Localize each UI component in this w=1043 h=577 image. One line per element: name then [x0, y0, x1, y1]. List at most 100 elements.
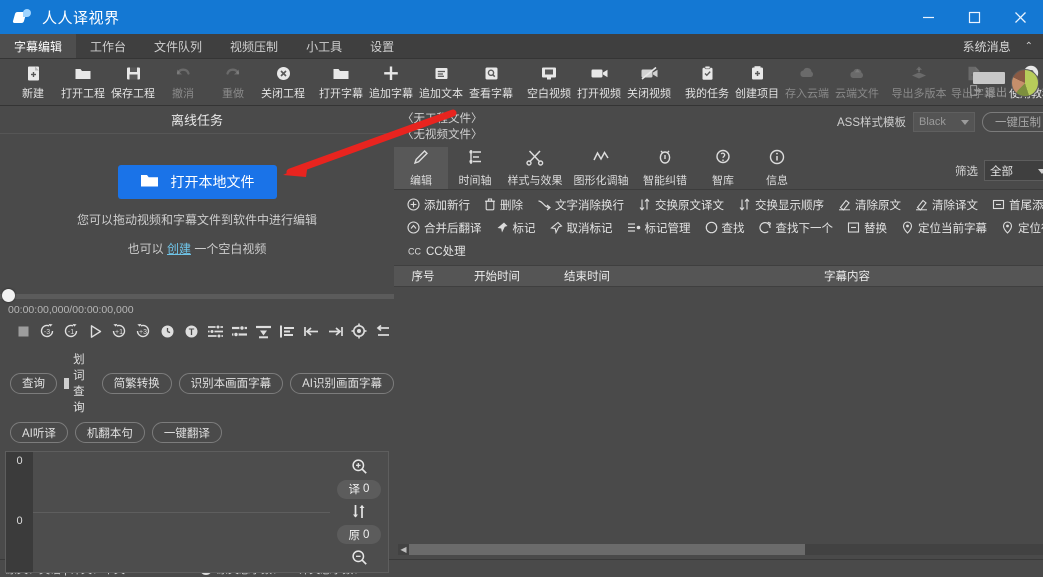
clock-button[interactable] [156, 320, 178, 342]
ribbon-blank-video-button[interactable]: 空白视频 [524, 59, 574, 106]
grid-horizontal-scrollbar[interactable]: ◀ ▶ [398, 544, 1043, 555]
zoom-in-button[interactable] [351, 458, 368, 475]
locate-current-subtitle-action[interactable]: 定位当前字幕 [894, 218, 994, 238]
ribbon-my-tasks-button[interactable]: 我的任务 [682, 59, 732, 106]
exit-button[interactable]: 退出 [970, 66, 1007, 100]
query-button[interactable]: 查询 [10, 373, 57, 394]
swap-original-translation-action[interactable]: 交换原文译文 [631, 195, 731, 215]
close-button[interactable] [997, 0, 1043, 34]
ribbon-cloud-files-button[interactable]: 云端文件 [832, 59, 882, 106]
tab-info[interactable]: 信息 [750, 147, 804, 189]
tab-style-effects[interactable]: 样式与效果 [502, 147, 568, 189]
simplified-traditional-button[interactable]: 简繁转换 [102, 373, 172, 394]
delete-action[interactable]: 删除 [477, 195, 530, 215]
swap-lines-button[interactable] [350, 503, 368, 520]
locate-row-action[interactable]: 定位行 [994, 218, 1043, 238]
ribbon-view-subtitle-button[interactable]: 查看字幕 [466, 59, 516, 106]
tab-subtitle-edit[interactable]: 字幕编辑 [0, 34, 76, 58]
stop-button[interactable] [12, 320, 34, 342]
remove-linebreak-action[interactable]: 文字消除换行 [530, 195, 631, 215]
align-bottom-button[interactable] [252, 320, 274, 342]
find-action[interactable]: 查找 [698, 218, 752, 238]
column-header-end-time[interactable]: 结束时间 [542, 268, 632, 284]
mark-action[interactable]: 标记 [489, 218, 543, 238]
clear-original-action[interactable]: 清除原文 [831, 195, 908, 215]
replace-action[interactable]: 替换 [840, 218, 894, 238]
create-blank-video-link[interactable]: 创建 [167, 242, 191, 256]
minimize-button[interactable] [905, 0, 951, 34]
ribbon-undo-button[interactable]: 撤消 [158, 59, 208, 106]
ribbon-close-project-button[interactable]: 关闭工程 [258, 59, 308, 106]
settings-sliders-button[interactable] [204, 320, 226, 342]
rewind-3s-button[interactable]: -3 [36, 320, 58, 342]
column-header-index[interactable]: 序号 [394, 268, 452, 284]
ribbon-append-subtitle-button[interactable]: 追加字幕 [366, 59, 416, 106]
word-select-query-checkbox[interactable]: 划词查询 [64, 351, 95, 415]
forward-1s-button[interactable]: +1 [108, 320, 130, 342]
original-text-input[interactable] [33, 513, 330, 573]
seek-handle[interactable] [2, 289, 15, 302]
zoom-out-button[interactable] [351, 549, 368, 566]
seek-track[interactable] [0, 294, 394, 299]
append-head-tail-action[interactable]: 首尾添加 [985, 195, 1043, 215]
ai-recognize-frame-subtitle-button[interactable]: AI识别画面字幕 [290, 373, 394, 394]
avatar[interactable] [1011, 69, 1039, 97]
tab-video-encode[interactable]: 视频压制 [216, 34, 292, 58]
target-button[interactable] [348, 320, 370, 342]
recognize-frame-subtitle-button[interactable]: 识别本画面字幕 [179, 373, 284, 394]
tab-knowledge-base[interactable]: 智库 [696, 147, 750, 189]
tab-settings[interactable]: 设置 [356, 34, 408, 58]
ribbon-save-project-button[interactable]: 保存工程 [108, 59, 158, 106]
tab-tools[interactable]: 小工具 [292, 34, 356, 58]
filter-select[interactable]: 全部 [984, 160, 1043, 181]
playback-seek-bar[interactable] [0, 287, 394, 303]
equalizer-button[interactable] [228, 320, 250, 342]
chevron-up-icon[interactable]: ⌃ [1025, 41, 1033, 52]
system-message-label[interactable]: 系统消息 [963, 38, 1011, 55]
scroll-thumb[interactable] [409, 544, 805, 555]
merge-translate-action[interactable]: 合并后翻译 [400, 218, 489, 238]
translated-text-input[interactable] [33, 452, 330, 513]
tab-edit[interactable]: 编辑 [394, 147, 448, 189]
ribbon-open-project-button[interactable]: 打开工程 [58, 59, 108, 106]
one-click-encode-button[interactable]: 一键压制 [982, 112, 1043, 132]
ribbon-new-button[interactable]: 新建 [8, 59, 58, 106]
open-local-file-button[interactable]: 打开本地文件 [118, 165, 277, 199]
maximize-button[interactable] [951, 0, 997, 34]
clear-translation-action[interactable]: 清除译文 [908, 195, 985, 215]
ribbon-redo-button[interactable]: 重做 [208, 59, 258, 106]
scroll-track[interactable] [409, 544, 1043, 555]
split-button[interactable] [372, 320, 394, 342]
ribbon-open-video-button[interactable]: 打开视频 [574, 59, 624, 106]
scroll-left-icon[interactable]: ◀ [398, 546, 409, 554]
add-new-row-action[interactable]: 添加新行 [400, 195, 477, 215]
jump-end-button[interactable] [324, 320, 346, 342]
swap-display-order-action[interactable]: 交换显示顺序 [731, 195, 831, 215]
ribbon-export-multi-button[interactable]: 导出多版本 [890, 59, 948, 106]
align-left-button[interactable] [276, 320, 298, 342]
cc-process-action[interactable]: CC CC处理 [400, 241, 473, 261]
mark-manage-action[interactable]: 标记管理 [620, 218, 698, 238]
column-header-start-time[interactable]: 开始时间 [452, 268, 542, 284]
forward-3s-button[interactable]: +3 [132, 320, 154, 342]
ai-transcribe-button[interactable]: AI听译 [10, 422, 68, 443]
drop-zone[interactable]: 打开本地文件 您可以拖动视频和字幕文件到软件中进行编辑 也可以 创建 一个空白视… [0, 134, 394, 287]
unmark-action[interactable]: 取消标记 [543, 218, 620, 238]
tab-graphical-adjust[interactable]: 图形化调轴 [568, 147, 634, 189]
play-button[interactable] [84, 320, 106, 342]
tab-timeline[interactable]: 时间轴 [448, 147, 502, 189]
ribbon-open-subtitle-button[interactable]: 打开字幕 [316, 59, 366, 106]
tab-smart-correction[interactable]: 智能纠错 [634, 147, 696, 189]
tab-file-queue[interactable]: 文件队列 [140, 34, 216, 58]
text-mark-button[interactable]: T [180, 320, 202, 342]
one-click-translate-button[interactable]: 一键翻译 [152, 422, 222, 443]
tab-workbench[interactable]: 工作台 [76, 34, 140, 58]
ribbon-create-project-button[interactable]: 创建项目 [732, 59, 782, 106]
rewind-1s-button[interactable]: -1 [60, 320, 82, 342]
ass-style-select[interactable]: Black [913, 112, 975, 132]
machine-translate-line-button[interactable]: 机翻本句 [75, 422, 145, 443]
ribbon-save-cloud-button[interactable]: 存入云端 [782, 59, 832, 106]
column-header-subtitle-content[interactable]: 字幕内容 [632, 268, 1043, 284]
ribbon-close-video-button[interactable]: 关闭视频 [624, 59, 674, 106]
find-next-action[interactable]: 查找下一个 [752, 218, 841, 238]
